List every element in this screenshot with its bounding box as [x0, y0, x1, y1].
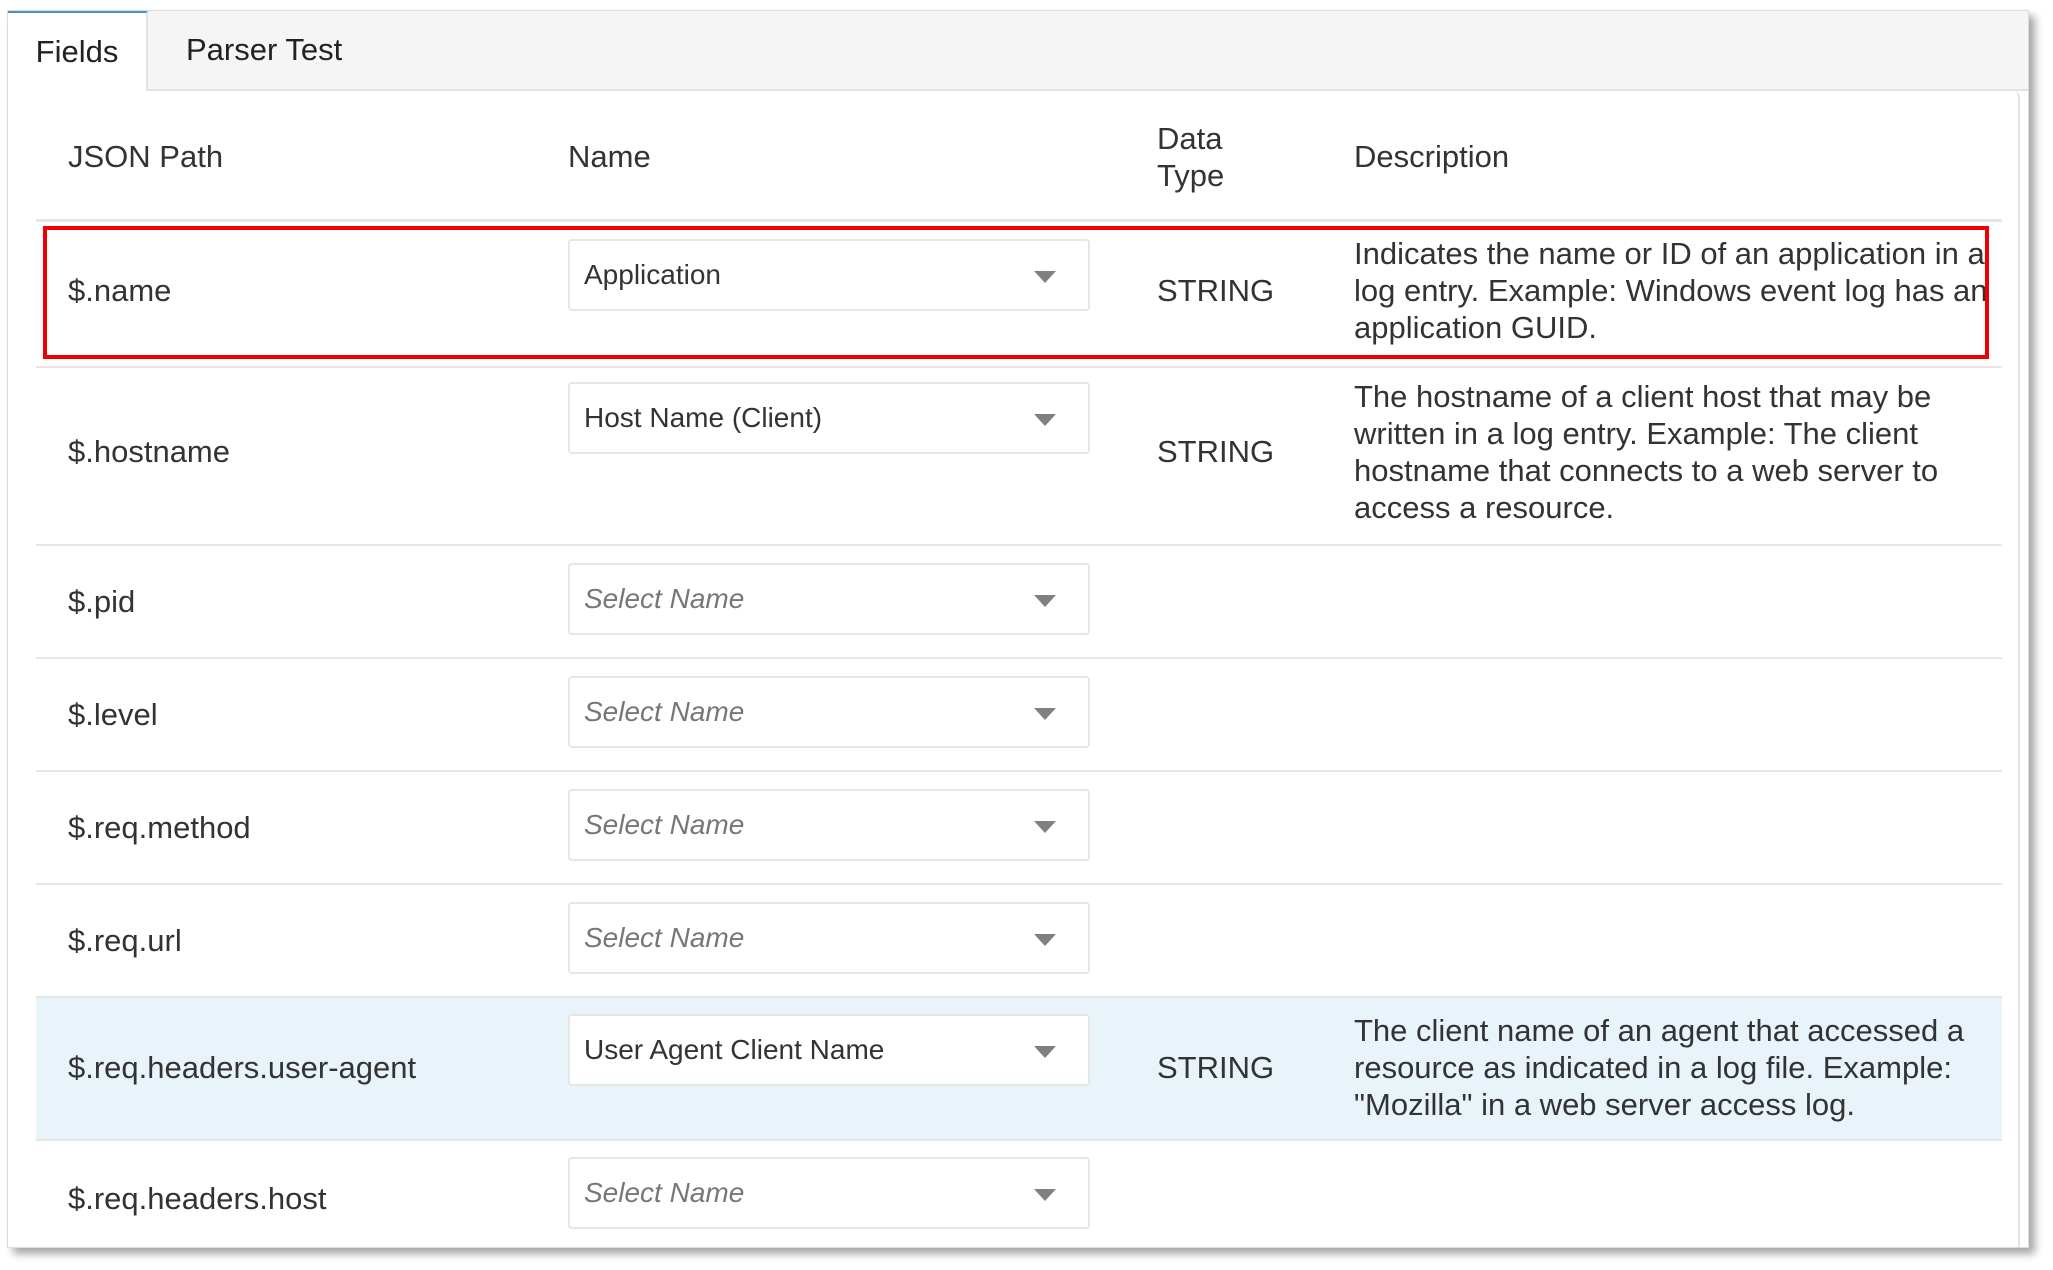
caret-down-icon	[1034, 708, 1056, 720]
table-row[interactable]: $.hostname Host Name (Client) STRING The…	[36, 368, 2002, 546]
json-path: $.req.headers.user-agent	[68, 1050, 417, 1085]
header-description: Description	[1354, 139, 1510, 174]
fields-table: JSON Path Name Data Type Description $.n…	[10, 91, 2020, 1247]
header-name: Name	[568, 139, 651, 174]
name-select[interactable]: Select Name	[568, 563, 1090, 635]
header-data-type-1: Data	[1157, 121, 1223, 156]
tab-fields[interactable]: Fields	[8, 11, 148, 93]
header-json-path: JSON Path	[68, 139, 224, 174]
header-data-type-2: Type	[1157, 158, 1225, 193]
data-type: STRING	[1157, 273, 1275, 308]
caret-down-icon	[1034, 414, 1056, 426]
json-path: $.hostname	[68, 434, 230, 469]
name-select-value: Host Name (Client)	[584, 402, 823, 433]
table-row[interactable]: $.req.headers.host Select Name	[36, 1141, 2002, 1247]
json-path: $.req.url	[68, 923, 182, 958]
name-select[interactable]: Host Name (Client)	[568, 382, 1090, 454]
name-select-placeholder: Select Name	[584, 696, 745, 727]
caret-down-icon	[1034, 271, 1056, 283]
table-row[interactable]: $.name Application STRING Indicates the …	[36, 221, 2002, 368]
table-header: JSON Path Name Data Type Description	[36, 91, 2002, 222]
name-select[interactable]: Select Name	[568, 789, 1090, 861]
json-path: $.req.method	[68, 810, 251, 845]
data-type: STRING	[1157, 434, 1275, 469]
tab-bar: Fields Parser Test	[8, 11, 2028, 93]
json-path: $.pid	[68, 584, 136, 619]
caret-down-icon	[1034, 934, 1056, 946]
name-select-placeholder: Select Name	[584, 922, 745, 953]
name-select-placeholder: Select Name	[584, 1177, 745, 1208]
table-row[interactable]: $.level Select Name	[36, 659, 2002, 772]
table-row[interactable]: $.req.method Select Name	[36, 772, 2002, 885]
name-select[interactable]: Application	[568, 239, 1090, 311]
caret-down-icon	[1034, 595, 1056, 607]
caret-down-icon	[1034, 821, 1056, 833]
name-select-value: User Agent Client Name	[584, 1034, 885, 1065]
description: Indicates the name or ID of an applicati…	[1354, 236, 1988, 345]
table-row[interactable]: $.pid Select Name	[36, 546, 2002, 659]
caret-down-icon	[1034, 1189, 1056, 1201]
name-select-placeholder: Select Name	[584, 583, 745, 614]
description: The hostname of a client host that may b…	[1354, 379, 1939, 525]
name-select[interactable]: Select Name	[568, 676, 1090, 748]
json-path: $.level	[68, 697, 158, 732]
name-select-value: Application	[584, 259, 721, 290]
name-select[interactable]: User Agent Client Name	[568, 1014, 1090, 1086]
json-path: $.req.headers.host	[68, 1181, 327, 1216]
description: The client name of an agent that accesse…	[1354, 1013, 1965, 1122]
fields-panel: Fields Parser Test JSON Path Name Data T…	[7, 10, 2029, 1248]
table-row-selected[interactable]: $.req.headers.user-agent User Agent Clie…	[36, 998, 2002, 1141]
table-row[interactable]: $.req.url Select Name	[36, 885, 2002, 998]
caret-down-icon	[1034, 1046, 1056, 1058]
json-path: $.name	[68, 273, 172, 308]
name-select[interactable]: Select Name	[568, 902, 1090, 974]
data-type: STRING	[1157, 1050, 1275, 1085]
name-select[interactable]: Select Name	[568, 1157, 1090, 1229]
name-select-placeholder: Select Name	[584, 809, 745, 840]
tab-parser-test[interactable]: Parser Test	[186, 11, 342, 89]
